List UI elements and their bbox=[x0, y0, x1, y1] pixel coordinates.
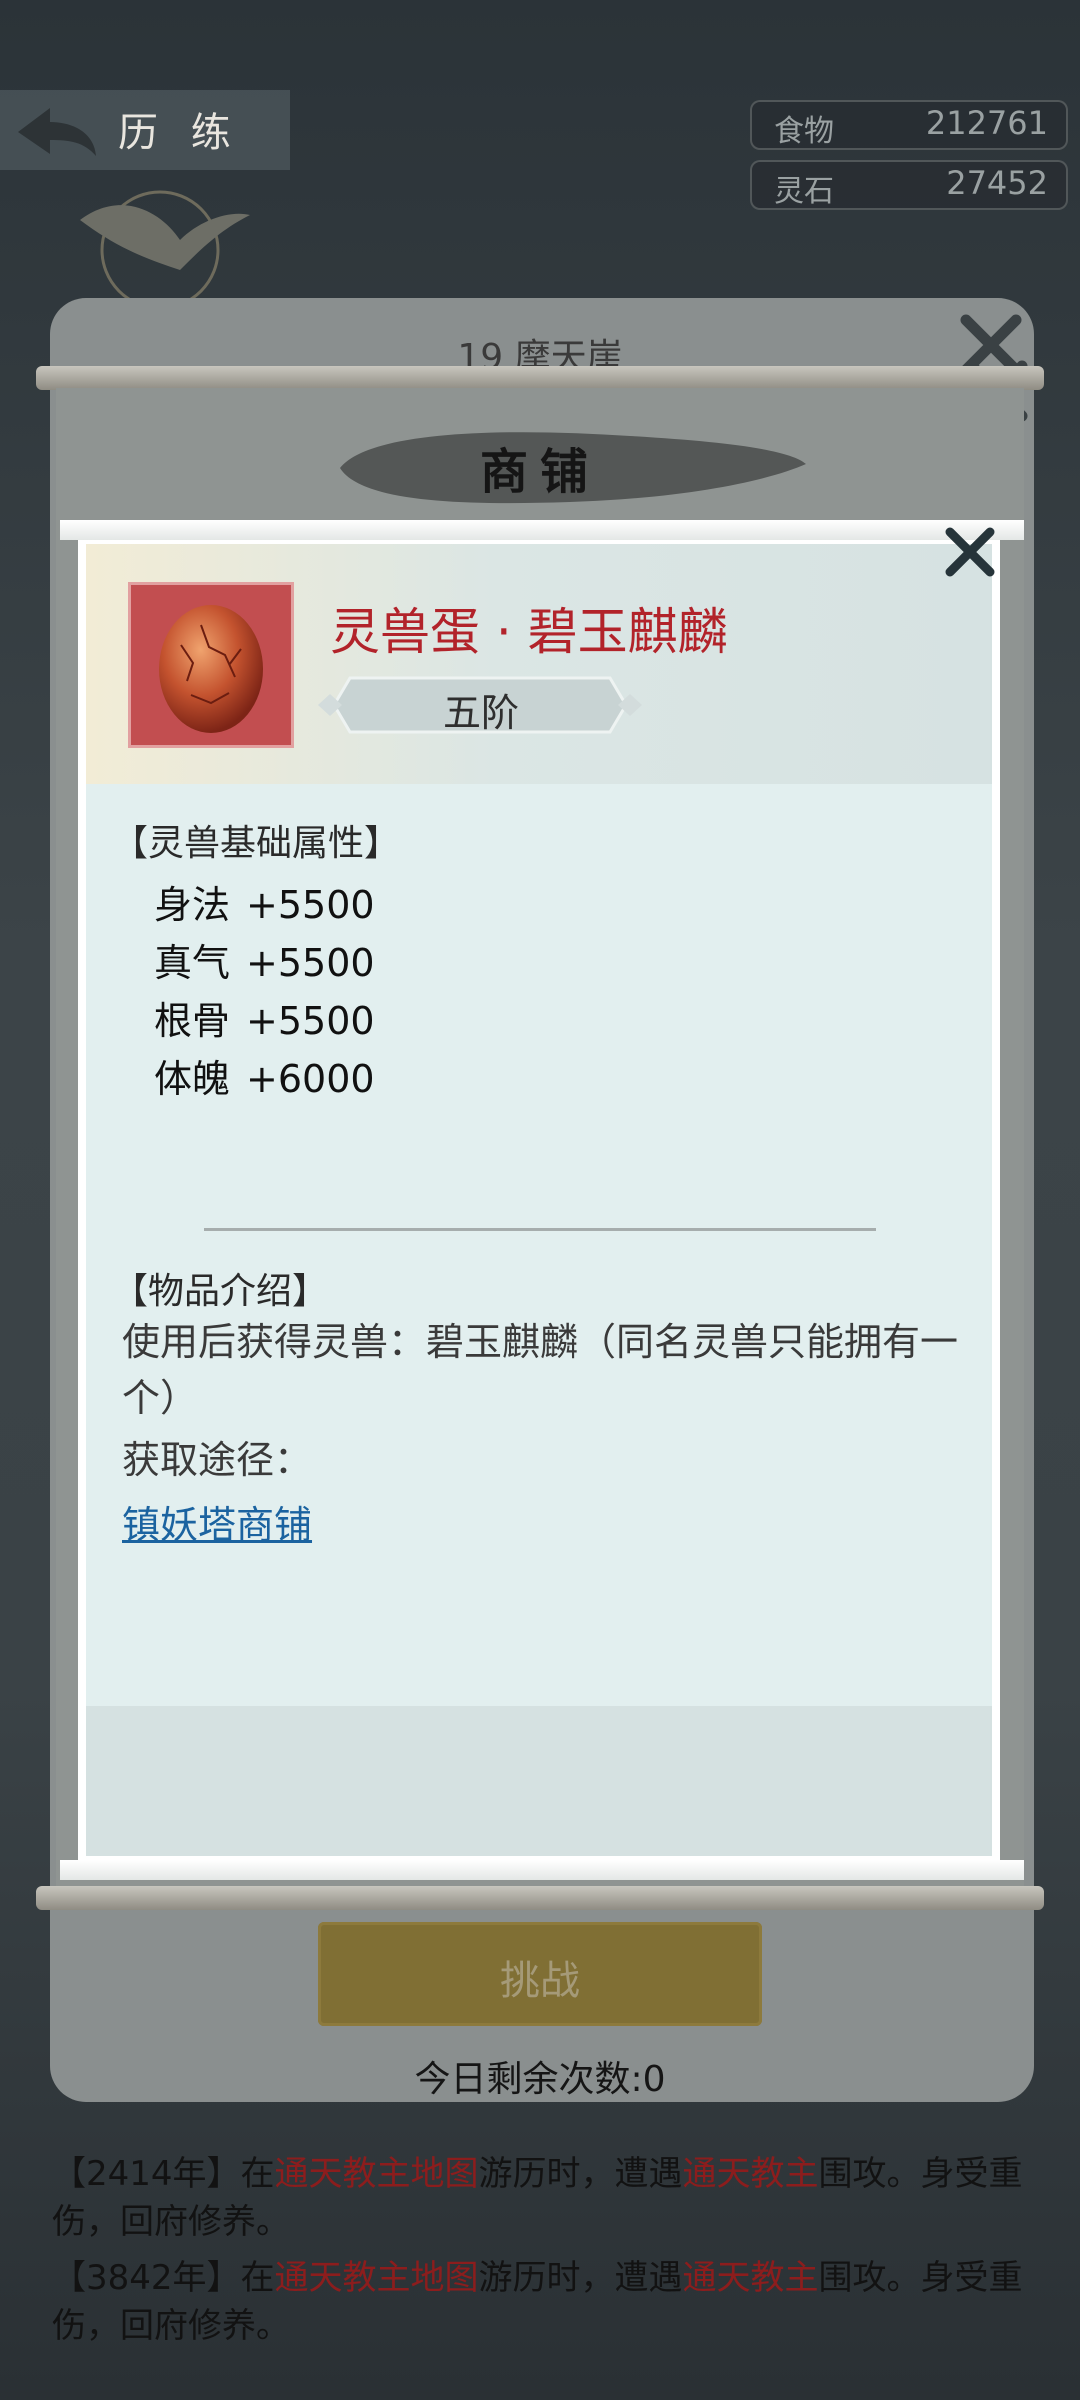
source-label: 获取途径： bbox=[122, 1438, 313, 1482]
log-entry: 【2414年】在通天教主地图游历时，遭遇通天教主围攻。身受重伤，回府修养。 bbox=[52, 2154, 1023, 2242]
section-divider bbox=[204, 1228, 876, 1231]
attribute-row: 真气 +5500 bbox=[154, 941, 375, 985]
shop-title: 商铺 bbox=[479, 444, 600, 500]
food-value: 212761 bbox=[925, 104, 1048, 142]
source-link[interactable]: 镇妖塔商铺 bbox=[122, 1494, 312, 1549]
item-name: 灵兽蛋 · 碧玉麒麟 bbox=[330, 603, 728, 661]
spirit-stone-value: 27452 bbox=[946, 164, 1048, 202]
attribute-row: 根骨 +5500 bbox=[154, 999, 375, 1043]
close-icon[interactable] bbox=[942, 524, 998, 580]
remaining-attempts: 今日剩余次数:0 bbox=[414, 2059, 666, 2100]
attribute-row: 身法 +5500 bbox=[154, 883, 375, 927]
spirit-stone-label: 灵石 bbox=[774, 174, 834, 209]
scroll-rod-top bbox=[36, 366, 1044, 390]
item-dialog-rod-top bbox=[60, 520, 1024, 540]
item-dialog-footer bbox=[86, 1706, 992, 1856]
page-title: 历 练 bbox=[118, 110, 241, 156]
scroll-rod-bottom bbox=[36, 1886, 1044, 1910]
spirit-egg-icon bbox=[159, 605, 263, 733]
attribute-row: 体魄 +6000 bbox=[154, 1057, 375, 1101]
challenge-button-label: 挑战 bbox=[500, 1958, 580, 2004]
item-dialog-rod-bottom bbox=[60, 1860, 1024, 1880]
grade-label: 五阶 bbox=[442, 691, 519, 735]
item-icon-frame bbox=[128, 582, 294, 748]
item-description: 使用后获得灵兽：碧玉麒麟（同名灵兽只能拥有一个） bbox=[122, 1320, 959, 1420]
log-entry: 【3842年】在通天教主地图游历时，遭遇通天教主围攻。身受重伤，回府修养。 bbox=[52, 2258, 1023, 2346]
attributes-section-title: 【灵兽基础属性】 bbox=[112, 823, 401, 864]
back-arrow-icon[interactable] bbox=[14, 102, 100, 162]
food-label: 食物 bbox=[774, 114, 834, 149]
crane-icon bbox=[80, 190, 250, 310]
intro-section-title: 【物品介绍】 bbox=[112, 1271, 329, 1312]
